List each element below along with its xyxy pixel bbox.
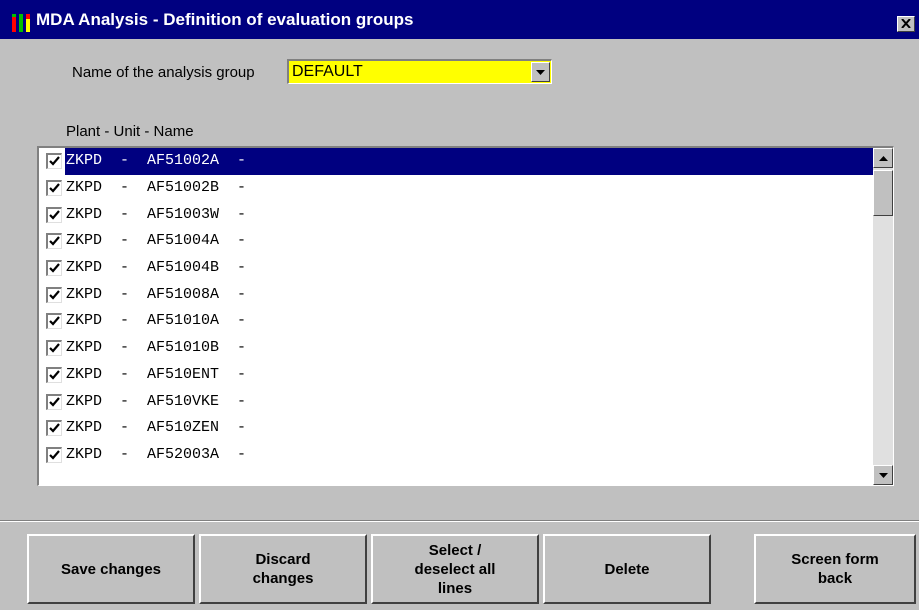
row-text: ZKPD - AF51008A - <box>66 285 247 303</box>
analysis-group-value: DEFAULT <box>292 63 363 80</box>
row-checkbox[interactable] <box>46 366 62 383</box>
bar-chart-app-icon <box>12 14 30 32</box>
row-text: ZKPD - AF51010A - <box>66 312 247 330</box>
row-checkbox[interactable] <box>46 446 62 463</box>
row-checkbox[interactable] <box>46 180 62 197</box>
close-icon <box>901 15 911 33</box>
screen-form-back-button[interactable]: Screen form back <box>754 534 916 604</box>
list-item[interactable]: ZKPD - AF51002A - <box>39 148 873 175</box>
row-text: ZKPD - AF510ZEN - <box>66 419 247 437</box>
row-checkbox[interactable] <box>46 233 62 250</box>
list-item[interactable]: ZKPD - AF51010A - <box>39 308 873 335</box>
list-item[interactable]: ZKPD - AF51003W - <box>39 201 873 228</box>
scroll-down-button[interactable] <box>873 465 893 485</box>
list-item[interactable]: ZKPD - AF51010B - <box>39 335 873 362</box>
row-checkbox[interactable] <box>46 313 62 330</box>
list-item[interactable]: ZKPD - AF51008A - <box>39 281 873 308</box>
row-text: ZKPD - AF510VKE - <box>66 392 247 410</box>
window-title: MDA Analysis - Definition of evaluation … <box>36 10 414 29</box>
arrow-up-icon <box>878 149 888 167</box>
list-item[interactable]: ZKPD - AF510ZEN - <box>39 415 873 442</box>
delete-button[interactable]: Delete <box>543 534 711 604</box>
row-checkbox[interactable] <box>46 340 62 357</box>
close-button[interactable] <box>897 16 915 32</box>
list-item[interactable]: ZKPD - AF51002B - <box>39 175 873 202</box>
select-deselect-all-button[interactable]: Select / deselect all lines <box>371 534 539 604</box>
analysis-group-label: Name of the analysis group <box>72 64 255 81</box>
unit-list-rows: ZKPD - AF51002A - ZKPD - AF51002B - ZKPD -… <box>39 148 873 468</box>
row-text: ZKPD - AF52003A - <box>66 445 247 463</box>
chevron-down-icon <box>536 63 545 81</box>
row-text: ZKPD - AF51003W - <box>66 205 247 223</box>
row-checkbox[interactable] <box>46 153 62 170</box>
scroll-up-button[interactable] <box>873 148 893 168</box>
row-text: ZKPD - AF51002A - <box>66 151 873 172</box>
arrow-down-icon <box>878 466 888 484</box>
button-bar-divider <box>0 520 919 522</box>
list-item[interactable]: ZKPD - AF51004A - <box>39 228 873 255</box>
dropdown-button[interactable] <box>531 62 550 82</box>
mda-analysis-window: MDA Analysis - Definition of evaluation … <box>0 0 919 610</box>
row-text: ZKPD - AF51004A - <box>66 232 247 250</box>
row-checkbox[interactable] <box>46 206 62 223</box>
row-checkbox[interactable] <box>46 286 62 303</box>
analysis-group-dropdown[interactable]: DEFAULT <box>287 59 552 84</box>
row-checkbox[interactable] <box>46 393 62 410</box>
unit-list[interactable]: ZKPD - AF51002A - ZKPD - AF51002B - ZKPD -… <box>37 146 894 486</box>
title-bar[interactable]: MDA Analysis - Definition of evaluation … <box>0 0 919 39</box>
row-text: ZKPD - AF51002B - <box>66 179 247 197</box>
list-item[interactable]: ZKPD - AF52003A - <box>39 442 873 469</box>
list-item[interactable]: ZKPD - AF510VKE - <box>39 388 873 415</box>
vertical-scrollbar[interactable] <box>873 148 893 485</box>
row-checkbox[interactable] <box>46 260 62 277</box>
row-text: ZKPD - AF510ENT - <box>66 365 247 383</box>
list-item[interactable]: ZKPD - AF51004B - <box>39 255 873 282</box>
row-checkbox[interactable] <box>46 420 62 437</box>
row-text: ZKPD - AF51010B - <box>66 339 247 357</box>
list-item[interactable]: ZKPD - AF510ENT - <box>39 362 873 389</box>
row-text: ZKPD - AF51004B - <box>66 259 247 277</box>
scroll-thumb[interactable] <box>873 170 893 216</box>
list-column-header: Plant - Unit - Name <box>66 123 194 140</box>
save-changes-button[interactable]: Save changes <box>27 534 195 604</box>
discard-changes-button[interactable]: Discard changes <box>199 534 367 604</box>
